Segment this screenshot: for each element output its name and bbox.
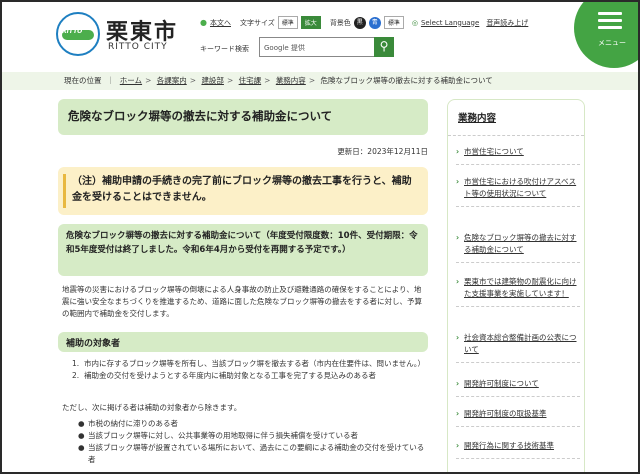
bg-standard-button[interactable]: 標準 xyxy=(383,16,404,29)
breadcrumb-current-label: 現在の位置 xyxy=(64,76,102,85)
exception-text: ただし、次に掲げる者は補助の対象者から除きます。 xyxy=(62,403,242,412)
breadcrumb-services[interactable]: 業務内容 xyxy=(276,76,306,85)
page-frame: RITTO 栗東市 RITTO CITY ● 本文へ 文字サイズ 標準 拡大 背… xyxy=(0,0,640,474)
search-icon: ⚲ xyxy=(379,39,389,53)
menu-button[interactable] xyxy=(574,2,638,68)
menu-label: メニュー xyxy=(598,39,626,47)
search-label: キーワード検索 xyxy=(200,45,249,53)
text-size-large-button[interactable]: 拡大 xyxy=(300,16,321,29)
breadcrumb-departments[interactable]: 各課案内 xyxy=(157,76,187,85)
sidebar-item-earthquake[interactable]: › 栗東市では建築物の耐震化に向けた支援事業を実施しています！ xyxy=(456,276,580,307)
list-item: ● 当該ブロック塀等に対し、公共事業等の用地取得に伴う損失補償を受けている者 xyxy=(78,431,358,440)
sidebar-item-municipal-housing[interactable]: › 市営住宅について xyxy=(456,146,580,165)
updated-date: 更新日：2023年12月11日 xyxy=(337,147,428,156)
sidebar: 業務内容 › 市営住宅について › 市営住宅における吹付けアスベスト等の使用状況につ… xyxy=(447,99,585,472)
sidebar-item-development-permit[interactable]: › 開発許可制度について xyxy=(456,378,580,397)
exclusion-list: ● 市税の納付に滞りのある者 ● 当該ブロック塀等に対し、公共事業等の用地取得に伴う… xyxy=(78,418,428,466)
notice-box: （注）補助申請の手続きの完了前にブロック塀等の撤去工事を行うと、補助金を受けるこ… xyxy=(58,167,428,215)
bg-blue-button[interactable]: 青 xyxy=(368,16,381,29)
breadcrumb-current: 危険なブロック塀等の撤去に対する補助金について xyxy=(320,76,493,85)
logo-text: RITTO xyxy=(62,28,83,35)
sidebar-item-asbestos[interactable]: › 市営住宅における吹付けアスベスト等の使用状況について xyxy=(456,176,580,207)
list-item: 1. 市内に存するブロック塀等を所有し、当該ブロック塀を撤去する者（市内在住要件… xyxy=(72,359,426,368)
sidebar-item-development-criteria[interactable]: › 開発許可制度の取扱基準 xyxy=(456,408,580,427)
breadcrumb-housing[interactable]: 住宅課 xyxy=(239,76,262,85)
search-button[interactable]: ⚲ xyxy=(374,37,394,57)
list-item: ● 市税の納付に滞りのある者 xyxy=(78,419,178,428)
list-item: 2. 補助金の交付を受けようとする年度内に補助対象となる工事を完了する見込みのあ… xyxy=(72,371,377,380)
text-size-label: 文字サイズ xyxy=(239,18,275,27)
about-link[interactable]: 本文へ xyxy=(210,18,231,28)
hamburger-icon xyxy=(598,12,622,33)
header-utilities: ● 本文へ 文字サイズ 標準 拡大 背景色 黒 青 標準 ◎ Select La… xyxy=(200,16,528,29)
breadcrumb: 現在の位置 ｜ ホーム > 各課案内 > 建設部 > 住宅課 > 業務内容 > 危険なブロ… xyxy=(2,72,638,90)
leaf-icon: ● xyxy=(200,18,207,27)
sidebar-item-infrastructure[interactable]: › 社会資本総合整備計画の公表について xyxy=(456,332,580,363)
text-size-standard-button[interactable]: 標準 xyxy=(277,16,298,29)
breadcrumb-home[interactable]: ホーム xyxy=(120,76,142,85)
bg-color-label: 背景色 xyxy=(329,18,351,27)
select-language-link[interactable]: Select Language xyxy=(421,19,479,27)
page-title: 危険なブロック塀等の撤去に対する補助金について xyxy=(58,99,428,135)
subsidy-heading: 危険なブロック塀等の撤去に対する補助金について（年度受付限度数：10件、受付期限… xyxy=(58,224,428,276)
intro-paragraph: 地震等の災害におけるブロック塀等の倒壊による人身事故の防止及び避難通路の確保をす… xyxy=(62,285,422,318)
breadcrumb-construction[interactable]: 建設部 xyxy=(201,76,224,85)
bg-black-button[interactable]: 黒 xyxy=(353,16,366,29)
target-heading: 補助の対象者 xyxy=(58,332,428,352)
city-name-en: RITTO CITY xyxy=(108,42,168,52)
target-list: 1. 市内に存するブロック塀等を所有し、当該ブロック塀を撤去する者（市内在住要件… xyxy=(72,358,428,382)
read-aloud-link[interactable]: 音声読み上げ xyxy=(486,18,528,28)
list-item: ● 当該ブロック塀等が設置されている場所において、過去にこの要綱による補助金の交付… xyxy=(78,443,425,464)
sidebar-heading[interactable]: 業務内容 xyxy=(448,100,584,136)
search-input[interactable]: Google 提供 xyxy=(259,37,375,57)
sidebar-item-technical-standards[interactable]: › 開発行為に関する技術基準 xyxy=(456,440,580,459)
sidebar-item-block-wall[interactable]: › 危険なブロック塀等の撤去に対する補助金について xyxy=(456,232,580,263)
globe-icon: ◎ xyxy=(411,18,418,27)
